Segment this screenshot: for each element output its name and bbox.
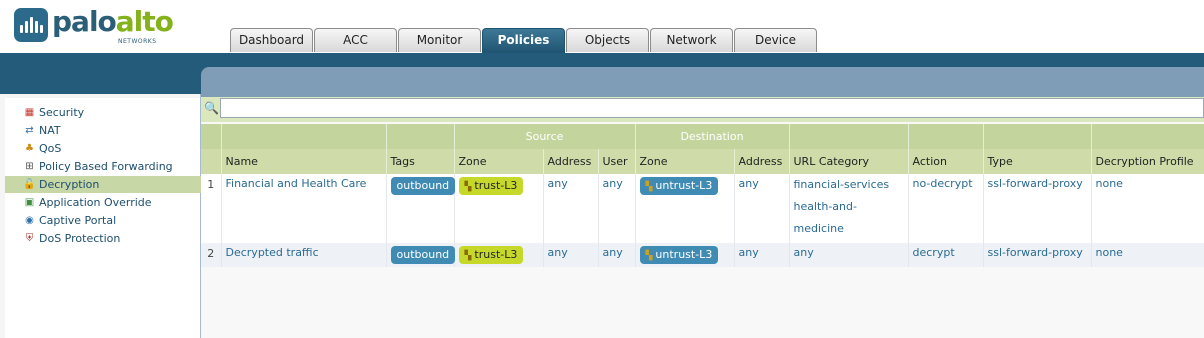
app-header: paloalto NETWORKS Dashboard ACC Monitor … <box>0 0 1204 53</box>
rule-type[interactable]: ssl-forward-proxy <box>983 243 1092 267</box>
source-zone-badge[interactable]: ▚ trust-L3 <box>458 246 524 264</box>
sidebar-item-dos-protection[interactable]: ⛨ DoS Protection <box>5 230 201 247</box>
app-override-icon: ▣ <box>24 197 35 208</box>
source-user[interactable]: any <box>598 243 636 267</box>
source-group-header: Source <box>454 124 636 149</box>
col-tags[interactable]: Tags <box>386 149 455 174</box>
table-row[interactable]: 1 Financial and Health Care outbound ▚ tr… <box>201 174 1204 243</box>
dos-shield-icon: ⛨ <box>25 233 34 244</box>
tab-network[interactable]: Network <box>650 28 733 52</box>
destination-zone-badge[interactable]: ▚ untrust-L3 <box>639 246 719 264</box>
sidebar-item-security[interactable]: ▦ Security <box>5 104 201 121</box>
col-source-user[interactable]: User <box>598 149 636 174</box>
sidebar-item-decryption[interactable]: 🔓 Decryption <box>5 176 201 193</box>
decryption-policy-table: Source Destination Name Tags Zone Addres… <box>201 124 1204 267</box>
url-category[interactable]: financial-services health-and-medicine <box>789 174 909 243</box>
row-number: 2 <box>201 243 222 267</box>
col-source-zone[interactable]: Zone <box>454 149 544 174</box>
sidebar-item-qos[interactable]: ♣ QoS <box>5 140 201 157</box>
col-type[interactable]: Type <box>983 149 1092 174</box>
group-header-row: Source Destination <box>201 124 1204 149</box>
col-destination-address[interactable]: Address <box>734 149 790 174</box>
sidebar-item-policy-based-forwarding[interactable]: ⊞ Policy Based Forwarding <box>5 158 201 175</box>
zone-icon: ▚ <box>645 182 653 192</box>
destination-address[interactable]: any <box>734 174 790 243</box>
tab-monitor[interactable]: Monitor <box>398 28 481 52</box>
col-source-address[interactable]: Address <box>543 149 599 174</box>
tag-badge[interactable]: outbound <box>390 246 456 264</box>
tag-badge[interactable]: outbound <box>390 177 456 195</box>
filter-bar: 🔍 <box>201 97 1204 122</box>
rule-type[interactable]: ssl-forward-proxy <box>983 174 1092 243</box>
col-name[interactable]: Name <box>221 149 387 174</box>
decryption-profile[interactable]: none <box>1091 243 1204 267</box>
qos-icon: ♣ <box>25 143 34 154</box>
decryption-profile[interactable]: none <box>1091 174 1204 243</box>
zone-icon: ▚ <box>645 251 653 261</box>
captive-portal-icon: ◉ <box>25 215 34 226</box>
zone-icon: ▚ <box>464 251 472 261</box>
pbf-icon: ⊞ <box>25 161 34 172</box>
zone-icon: ▚ <box>464 182 472 192</box>
logo-subtitle: NETWORKS <box>118 38 157 45</box>
rule-action[interactable]: no-decrypt <box>908 174 984 243</box>
col-action[interactable]: Action <box>908 149 984 174</box>
destination-address[interactable]: any <box>734 243 790 267</box>
url-category[interactable]: any <box>789 243 909 267</box>
firewall-icon: ▦ <box>24 107 35 118</box>
destination-zone-badge[interactable]: ▚ untrust-L3 <box>639 177 719 195</box>
lock-icon: 🔓 <box>23 179 36 190</box>
search-icon[interactable]: 🔍 <box>204 101 219 115</box>
source-user[interactable]: any <box>598 174 636 243</box>
column-header-row: Name Tags Zone Address User Zone Address… <box>201 149 1204 174</box>
tab-acc[interactable]: ACC <box>314 28 397 52</box>
source-address[interactable]: any <box>543 174 599 243</box>
sidebar: ▦ Security ⇄ NAT ♣ QoS ⊞ Policy Based Fo… <box>0 94 201 338</box>
sidebar-item-captive-portal[interactable]: ◉ Captive Portal <box>5 212 201 229</box>
sidebar-item-application-override[interactable]: ▣ Application Override <box>5 194 201 211</box>
policy-panel: 🔍 Source Destination Name Tags Zone Addr… <box>201 97 1204 338</box>
col-url-category[interactable]: URL Category <box>789 149 909 174</box>
row-number: 1 <box>201 174 222 243</box>
rule-name[interactable]: Decrypted traffic <box>221 243 387 267</box>
destination-group-header: Destination <box>635 124 790 149</box>
rule-name[interactable]: Financial and Health Care <box>221 174 387 243</box>
tab-device[interactable]: Device <box>734 28 817 52</box>
tab-objects[interactable]: Objects <box>566 28 649 52</box>
col-destination-zone[interactable]: Zone <box>635 149 735 174</box>
tab-policies[interactable]: Policies <box>482 28 565 53</box>
source-zone-badge[interactable]: ▚ trust-L3 <box>458 177 524 195</box>
col-decryption-profile[interactable]: Decryption Profile <box>1091 149 1204 174</box>
main-tabs: Dashboard ACC Monitor Policies Objects N… <box>230 28 818 53</box>
nat-icon: ⇄ <box>25 125 34 136</box>
filter-input[interactable] <box>220 98 1204 118</box>
tab-dashboard[interactable]: Dashboard <box>230 28 313 52</box>
paloalto-logo: paloalto NETWORKS <box>14 5 174 49</box>
table-row[interactable]: 2 Decrypted traffic outbound ▚ trust-L3 a… <box>201 243 1204 267</box>
logo-mark-icon <box>14 8 48 42</box>
source-address[interactable]: any <box>543 243 599 267</box>
content-title-band <box>201 67 1204 97</box>
rule-action[interactable]: decrypt <box>908 243 984 267</box>
sidebar-item-nat[interactable]: ⇄ NAT <box>5 122 201 139</box>
